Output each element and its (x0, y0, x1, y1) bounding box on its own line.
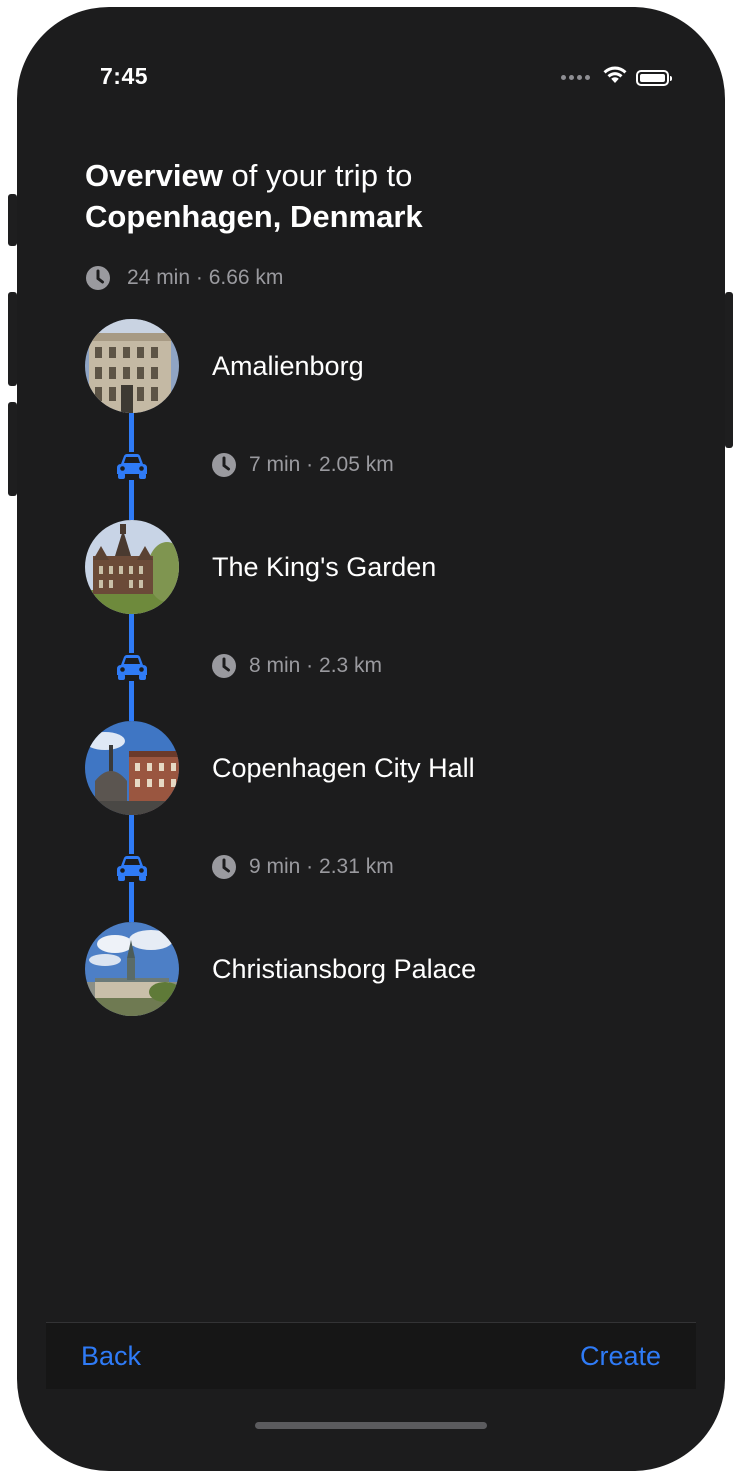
phone-screen: 7:45 Overview of your trip to Copenhagen… (17, 7, 725, 1471)
car-icon (114, 854, 150, 882)
bottom-toolbar: Back Create (46, 1322, 696, 1389)
leg-duration: 8 min · 2.3 km (211, 653, 382, 679)
stop-name: The King's Garden (212, 551, 437, 582)
stop-item[interactable]: Copenhagen City Hall (85, 721, 475, 815)
status-icons (561, 65, 672, 90)
title-emphasis: Overview (85, 158, 223, 193)
back-button[interactable]: Back (81, 1341, 141, 1372)
volume-down-button (8, 402, 17, 496)
silent-switch (8, 194, 17, 246)
clock-icon (211, 653, 237, 679)
volume-up-button (8, 292, 17, 386)
create-button[interactable]: Create (580, 1341, 661, 1372)
trip-summary: 24 min · 6.66 km (85, 265, 283, 291)
stop-photo-kings-garden (85, 520, 179, 614)
stop-name: Christiansborg Palace (212, 953, 477, 984)
clock-icon (211, 854, 237, 880)
car-icon (114, 452, 150, 480)
stop-name: Copenhagen City Hall (212, 752, 475, 783)
car-icon (114, 653, 150, 681)
stop-photo-christiansborg (85, 922, 179, 1016)
power-button (725, 292, 733, 448)
destination-name: Copenhagen, Denmark (85, 199, 423, 234)
leg-duration: 9 min · 2.31 km (211, 854, 394, 880)
leg-text: 9 min · 2.31 km (249, 855, 394, 878)
cellular-signal-icon (561, 75, 590, 80)
leg-text: 7 min · 2.05 km (249, 453, 394, 476)
title-rest: of your trip to (222, 158, 413, 193)
battery-icon (636, 69, 672, 86)
wifi-icon (602, 65, 628, 90)
clock-icon (85, 265, 111, 291)
page-title: Overview of your trip to Copenhagen, Den… (85, 155, 423, 237)
stop-photo-city-hall (85, 721, 179, 815)
trip-summary-text: 24 min · 6.66 km (127, 266, 284, 289)
stop-item[interactable]: Christiansborg Palace (85, 922, 476, 1016)
leg-duration: 7 min · 2.05 km (211, 452, 394, 478)
clock-icon (211, 452, 237, 478)
status-time: 7:45 (100, 63, 149, 89)
stop-photo-amalienborg (85, 319, 179, 413)
stop-item[interactable]: The King's Garden (85, 520, 436, 614)
leg-text: 8 min · 2.3 km (249, 654, 383, 677)
stop-item[interactable]: Amalienborg (85, 319, 364, 413)
stop-name: Amalienborg (212, 350, 364, 381)
home-indicator[interactable] (255, 1422, 487, 1429)
